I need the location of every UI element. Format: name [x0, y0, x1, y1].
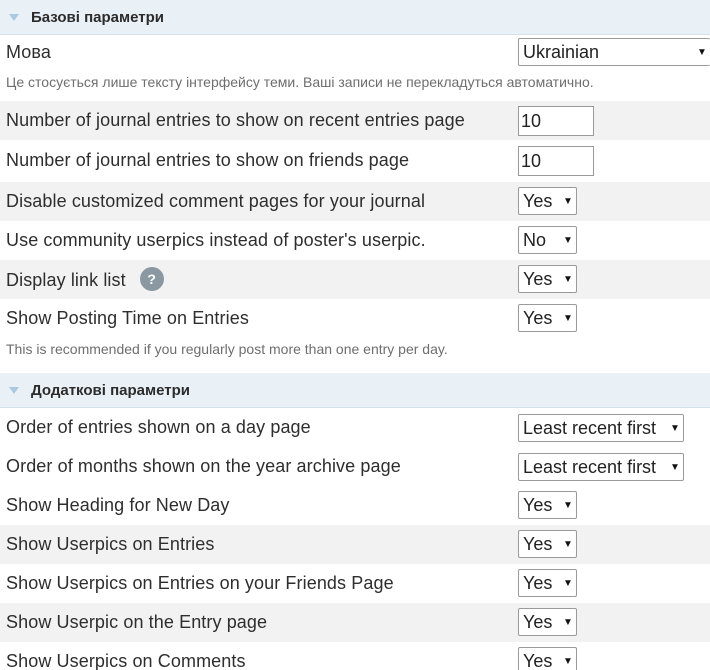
collapse-triangle-icon[interactable]: [9, 386, 19, 394]
question-icon[interactable]: ?: [139, 267, 164, 291]
chevron-down-icon: ▼: [563, 234, 573, 246]
setting-label: Show Userpics on Entries: [6, 534, 215, 554]
setting-row-language: Мова Ukrainian ▼: [0, 34, 710, 73]
setting-row-userpic-entry-page: Show Userpic on the Entry page Yes ▼: [0, 603, 710, 642]
chevron-down-icon: ▼: [697, 46, 707, 58]
chevron-down-icon: ▼: [670, 461, 680, 473]
language-note: Це стосується лише тексту інтерфейсу тем…: [6, 74, 594, 90]
setting-label: Number of journal entries to show on rec…: [6, 110, 465, 130]
userpics-comments-select[interactable]: Yes ▼: [518, 647, 577, 670]
friends-entries-input[interactable]: 10: [518, 146, 594, 176]
setting-row-order-months: Order of months shown on the year archiv…: [0, 447, 710, 486]
setting-label: Use community userpics instead of poster…: [6, 230, 426, 250]
chevron-down-icon: ▼: [563, 577, 573, 589]
userpics-friends-select[interactable]: Yes ▼: [518, 569, 577, 597]
heading-new-day-select[interactable]: Yes ▼: [518, 491, 577, 519]
setting-row-userpics-entries: Show Userpics on Entries Yes ▼: [0, 525, 710, 564]
section-title-extra: Додаткові параметри: [31, 381, 190, 399]
setting-label: Order of entries shown on a day page: [6, 417, 311, 437]
collapse-triangle-icon[interactable]: [9, 13, 19, 21]
recent-entries-input[interactable]: 10: [518, 106, 594, 136]
setting-row-friends-entries: Number of journal entries to show on fri…: [0, 141, 710, 180]
chevron-down-icon: ▼: [563, 655, 573, 667]
setting-label: Мова: [6, 42, 51, 62]
setting-label: Number of journal entries to show on fri…: [6, 150, 410, 170]
section-title-basic: Базові параметри: [31, 8, 164, 26]
section-header-basic[interactable]: Базові параметри: [0, 0, 710, 35]
setting-label: Show Heading for New Day: [6, 495, 230, 515]
language-select[interactable]: Ukrainian ▼: [518, 38, 710, 66]
chevron-down-icon: ▼: [563, 195, 573, 207]
setting-label: Disable customized comment pages for you…: [6, 191, 426, 211]
userpics-entries-select[interactable]: Yes ▼: [518, 530, 577, 558]
section-header-extra[interactable]: Додаткові параметри: [0, 373, 710, 408]
chevron-down-icon: ▼: [670, 422, 680, 434]
setting-row-disable-comment-pages: Disable customized comment pages for you…: [0, 182, 710, 221]
setting-label: Show Userpics on Comments: [6, 651, 246, 670]
userpic-entry-page-select[interactable]: Yes ▼: [518, 608, 577, 636]
setting-row-recent-entries: Number of journal entries to show on rec…: [0, 101, 710, 140]
chevron-down-icon: ▼: [563, 312, 573, 324]
posting-time-select[interactable]: Yes ▼: [518, 304, 577, 332]
setting-row-userpics-friends: Show Userpics on Entries on your Friends…: [0, 564, 710, 603]
setting-row-posting-time: Show Posting Time on Entries Yes ▼: [0, 299, 710, 338]
community-userpics-select[interactable]: No ▼: [518, 226, 577, 254]
order-day-select[interactable]: Least recent first ▼: [518, 414, 684, 442]
setting-label: Show Userpic on the Entry page: [6, 612, 268, 632]
link-list-select[interactable]: Yes ▼: [518, 265, 577, 293]
setting-row-userpics-comments: Show Userpics on Comments Yes ▼: [0, 642, 710, 670]
setting-row-heading-new-day: Show Heading for New Day Yes ▼: [0, 486, 710, 525]
setting-label: Display link list?: [6, 267, 164, 293]
setting-label: Show Posting Time on Entries: [6, 308, 249, 328]
chevron-down-icon: ▼: [563, 273, 573, 285]
posting-time-note: This is recommended if you regularly pos…: [6, 341, 448, 357]
setting-row-order-day: Order of entries shown on a day page Lea…: [0, 408, 710, 447]
order-months-select[interactable]: Least recent first ▼: [518, 453, 684, 481]
setting-row-link-list: Display link list? Yes ▼: [0, 260, 710, 299]
chevron-down-icon: ▼: [563, 499, 573, 511]
disable-comment-pages-select[interactable]: Yes ▼: [518, 187, 577, 215]
chevron-down-icon: ▼: [563, 538, 573, 550]
setting-row-community-userpics: Use community userpics instead of poster…: [0, 221, 710, 260]
setting-label: Order of months shown on the year archiv…: [6, 456, 401, 476]
chevron-down-icon: ▼: [563, 616, 573, 628]
setting-label: Show Userpics on Entries on your Friends…: [6, 573, 394, 593]
